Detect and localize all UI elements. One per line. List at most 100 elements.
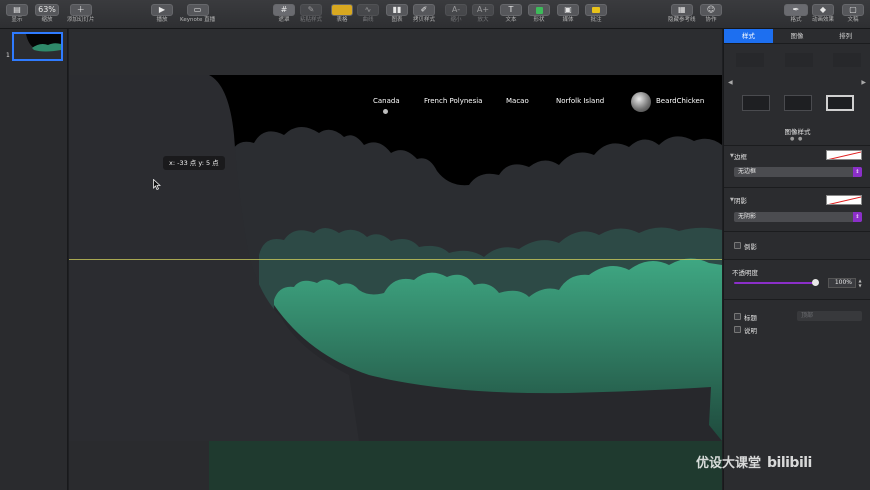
mouse-cursor-icon xyxy=(153,179,161,190)
table-label: 表格 xyxy=(336,17,348,23)
document-button[interactable]: ▢ 文稿 xyxy=(842,4,864,24)
nav-item-canada: Canada xyxy=(373,97,400,105)
curve-icon: ∿ xyxy=(357,4,379,16)
next-styles-icon[interactable]: ▶ xyxy=(861,79,866,86)
chart-button[interactable]: ▮▮ 图表 xyxy=(386,4,408,24)
border-color-well[interactable] xyxy=(826,150,862,160)
comment-label: 批注 xyxy=(590,17,602,23)
paste-style-button[interactable]: ✎ 粘贴样式 xyxy=(300,4,322,24)
slide[interactable]: Canada French Polynesia Macao Norfolk Is… xyxy=(69,75,722,441)
chevron-updown-icon: ⇕ xyxy=(853,167,862,177)
keynote-live-label: Keynote 直播 xyxy=(180,17,216,23)
opacity-label: 不透明度 xyxy=(732,269,758,277)
keynote-window: ▤ 显示 63% 缩放 ＋ 添加幻灯片 ▶ 播放 ▭ Keynote 直播 # … xyxy=(0,0,870,490)
border-popup[interactable]: 无边框 ⇕ xyxy=(734,167,862,177)
image-style-preset-selected[interactable] xyxy=(826,95,854,111)
opacity-slider[interactable] xyxy=(734,282,818,284)
divider xyxy=(724,187,870,188)
opacity-stepper[interactable]: ▲ ▼ xyxy=(857,278,863,288)
nav-item-french-polynesia: French Polynesia xyxy=(424,97,483,105)
format-button[interactable]: ✒ 格式 xyxy=(784,4,808,24)
chart-label: 图表 xyxy=(391,17,403,23)
shadow-color-well[interactable] xyxy=(826,195,862,205)
collaborate-icon: ☺ xyxy=(700,4,722,16)
thumbnail-preview xyxy=(14,34,61,59)
media-button[interactable]: ▣ 媒体 xyxy=(557,4,579,24)
zoom-value: 63% xyxy=(35,4,59,16)
slide-number: 1 xyxy=(6,52,10,59)
prev-styles-icon[interactable]: ◀ xyxy=(728,79,733,86)
zoom-label: 缩放 xyxy=(41,17,53,23)
play-button[interactable]: ▶ 播放 xyxy=(151,4,173,24)
shadow-popup[interactable]: 无阴影 ⇕ xyxy=(734,212,862,222)
image-style-presets-row2 xyxy=(742,95,854,113)
paste-style-label: 粘贴样式 xyxy=(300,17,323,23)
curve-button[interactable]: ∿ 曲线 xyxy=(357,4,379,24)
caption-label: 说明 xyxy=(744,327,757,335)
display-label: 显示 xyxy=(11,17,23,23)
comment-button[interactable]: 批注 xyxy=(585,4,607,24)
document-icon: ▢ xyxy=(842,4,864,16)
text-button[interactable]: T 文本 xyxy=(500,4,522,24)
comment-icon xyxy=(585,4,607,16)
overflow-image-area xyxy=(209,441,722,490)
slide-thumbnail[interactable] xyxy=(12,32,63,61)
brush-icon: ✎ xyxy=(300,4,322,16)
mask-button[interactable]: # 遮罩 xyxy=(273,4,295,24)
title-position-popup[interactable]: 顶部 xyxy=(797,311,862,321)
opacity-slider-knob[interactable] xyxy=(812,279,819,286)
divider xyxy=(724,259,870,260)
image-style-preset[interactable] xyxy=(742,95,770,111)
nav-item-macao: Macao xyxy=(506,97,529,105)
keynote-live-button[interactable]: ▭ Keynote 直播 xyxy=(180,4,215,24)
collaborate-label: 协作 xyxy=(705,17,717,23)
title-checkbox[interactable] xyxy=(734,313,741,320)
caption-checkbox[interactable] xyxy=(734,326,741,333)
collaborate-button[interactable]: ☺ 协作 xyxy=(700,4,722,24)
media-label: 媒体 xyxy=(562,17,574,23)
brush-format-icon: ✒ xyxy=(784,4,808,16)
image-style-preset[interactable] xyxy=(784,53,813,67)
shrink-button[interactable]: A- 缩小 xyxy=(445,4,467,24)
image-style-preset[interactable] xyxy=(833,53,861,67)
tab-image[interactable]: 图像 xyxy=(773,29,822,43)
page-dots: ● ● xyxy=(790,136,804,142)
image-style-presets-row1 xyxy=(736,53,861,67)
image-style-label: 图像样式 xyxy=(784,128,811,136)
copy-style-label: 拷贝样式 xyxy=(413,17,436,23)
reflection-label: 倒影 xyxy=(744,243,757,251)
image-style-preset[interactable] xyxy=(736,53,764,67)
shrink-icon: A- xyxy=(445,4,467,16)
divider xyxy=(724,299,870,300)
add-slide-button[interactable]: ＋ 添加幻灯片 xyxy=(67,4,95,24)
slide-canvas[interactable]: Canada French Polynesia Macao Norfolk Is… xyxy=(69,29,722,490)
animate-button[interactable]: ◆ 动画效果 xyxy=(812,4,834,24)
display-button[interactable]: ▤ 显示 xyxy=(6,4,28,24)
dropper-icon: ✐ xyxy=(413,4,435,16)
enlarge-label: 放大 xyxy=(477,17,489,23)
watermark: 优设大课堂 bilibili xyxy=(696,452,812,471)
table-button[interactable]: 表格 xyxy=(331,4,353,24)
divider xyxy=(724,145,870,146)
shrink-label: 缩小 xyxy=(450,17,462,23)
image-style-preset[interactable] xyxy=(784,95,812,111)
tab-style[interactable]: 样式 xyxy=(724,29,773,43)
divider xyxy=(724,231,870,232)
zoom-button[interactable]: 63% 缩放 xyxy=(35,4,59,24)
alignment-guide xyxy=(69,259,722,260)
animate-label: 动画效果 xyxy=(812,17,835,23)
shape-button[interactable]: 形状 xyxy=(528,4,550,24)
copy-style-button[interactable]: ✐ 拷贝样式 xyxy=(413,4,435,24)
curve-label: 曲线 xyxy=(362,17,374,23)
opacity-field[interactable]: 100% xyxy=(828,278,856,288)
reflection-checkbox[interactable] xyxy=(734,242,741,249)
animate-icon: ◆ xyxy=(812,4,834,16)
brand-logo-icon xyxy=(631,92,651,112)
toolbar: ▤ 显示 63% 缩放 ＋ 添加幻灯片 ▶ 播放 ▭ Keynote 直播 # … xyxy=(0,0,870,29)
chart-icon: ▮▮ xyxy=(386,4,408,16)
position-tooltip: x: -33 点 y: 5 点 xyxy=(163,156,225,170)
hide-guides-button[interactable]: ▦ 隐藏参考线 xyxy=(668,4,696,24)
enlarge-button[interactable]: A+ 放大 xyxy=(472,4,494,24)
text-icon: T xyxy=(500,4,522,16)
tab-arrange[interactable]: 排列 xyxy=(821,29,870,43)
